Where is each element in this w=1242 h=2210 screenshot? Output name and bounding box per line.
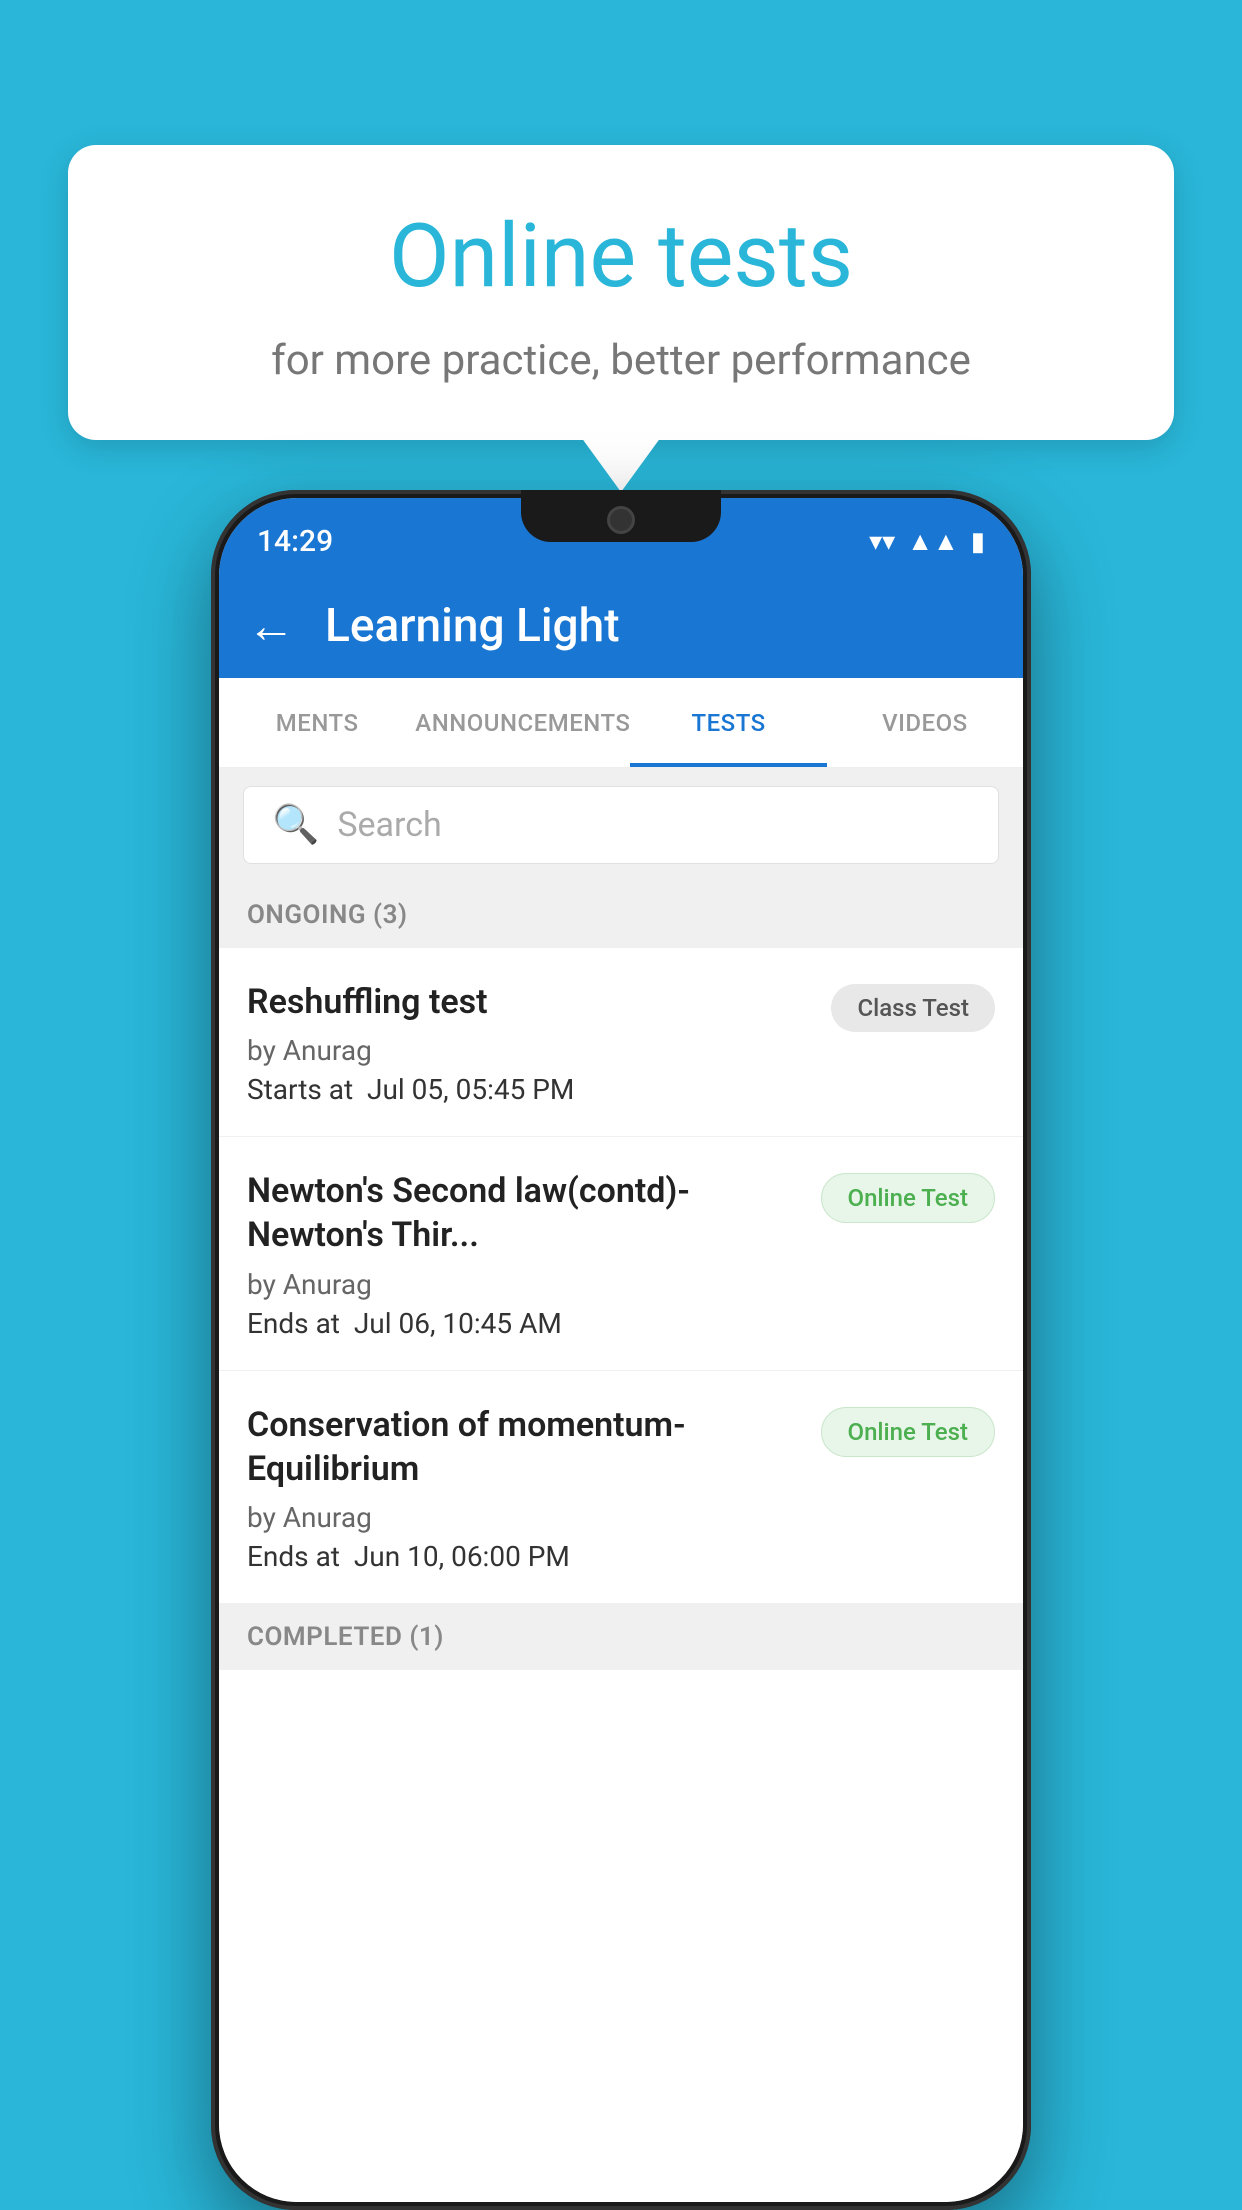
test-name: Reshuffling test	[247, 980, 811, 1024]
test-date: Starts at Jul 05, 05:45 PM	[247, 1073, 811, 1106]
tab-ments[interactable]: MENTS	[219, 678, 415, 767]
tab-tests[interactable]: TESTS	[630, 678, 826, 767]
test-info: Conservation of momentum-Equilibrium by …	[247, 1403, 801, 1573]
ongoing-section-header: ONGOING (3)	[219, 882, 1023, 948]
wifi-icon: ▾▾	[869, 527, 895, 557]
bubble-subtitle: for more practice, better performance	[118, 336, 1124, 385]
test-info: Newton's Second law(contd)-Newton's Thir…	[247, 1169, 801, 1339]
test-list: Reshuffling test by Anurag Starts at Jul…	[219, 948, 1023, 1604]
test-name: Conservation of momentum-Equilibrium	[247, 1403, 801, 1491]
test-item[interactable]: Conservation of momentum-Equilibrium by …	[219, 1371, 1023, 1604]
test-name: Newton's Second law(contd)-Newton's Thir…	[247, 1169, 801, 1257]
test-date: Ends at Jun 10, 06:00 PM	[247, 1540, 801, 1573]
bubble-title: Online tests	[118, 205, 1124, 308]
search-icon: 🔍	[272, 803, 319, 847]
status-time: 14:29	[257, 524, 333, 559]
app-title: Learning Light	[325, 599, 620, 653]
back-button[interactable]: ←	[247, 597, 295, 654]
test-info: Reshuffling test by Anurag Starts at Jul…	[247, 980, 811, 1106]
test-date: Ends at Jul 06, 10:45 AM	[247, 1307, 801, 1340]
search-bar[interactable]: 🔍 Search	[243, 786, 999, 864]
tab-videos[interactable]: VIDEOS	[827, 678, 1023, 767]
app-bar: ← Learning Light	[219, 573, 1023, 678]
search-container: 🔍 Search	[219, 768, 1023, 882]
test-author: by Anurag	[247, 1268, 801, 1301]
test-item[interactable]: Newton's Second law(contd)-Newton's Thir…	[219, 1137, 1023, 1370]
test-item[interactable]: Reshuffling test by Anurag Starts at Jul…	[219, 948, 1023, 1137]
tabs-bar: MENTS ANNOUNCEMENTS TESTS VIDEOS	[219, 678, 1023, 768]
search-input[interactable]: Search	[337, 805, 441, 845]
phone-frame: 14:29 ▾▾ ▲▲ ▮ ← Learning Light MENTS	[211, 490, 1031, 2210]
status-icons: ▾▾ ▲▲ ▮	[869, 526, 985, 557]
battery-icon: ▮	[971, 527, 985, 557]
completed-section-header: COMPLETED (1)	[219, 1604, 1023, 1670]
promo-bubble: Online tests for more practice, better p…	[68, 145, 1174, 440]
phone-screen: 14:29 ▾▾ ▲▲ ▮ ← Learning Light MENTS	[219, 498, 1023, 2202]
test-author: by Anurag	[247, 1034, 811, 1067]
phone-notch	[521, 490, 721, 542]
screen-content: MENTS ANNOUNCEMENTS TESTS VIDEOS 🔍	[219, 678, 1023, 2202]
front-camera	[607, 506, 635, 534]
signal-icon: ▲▲	[907, 526, 958, 557]
tab-announcements[interactable]: ANNOUNCEMENTS	[415, 678, 630, 767]
test-author: by Anurag	[247, 1501, 801, 1534]
test-badge: Online Test	[821, 1173, 995, 1223]
test-badge: Online Test	[821, 1407, 995, 1457]
test-badge: Class Test	[831, 984, 995, 1032]
phone-wrapper: 14:29 ▾▾ ▲▲ ▮ ← Learning Light MENTS	[211, 490, 1031, 2210]
